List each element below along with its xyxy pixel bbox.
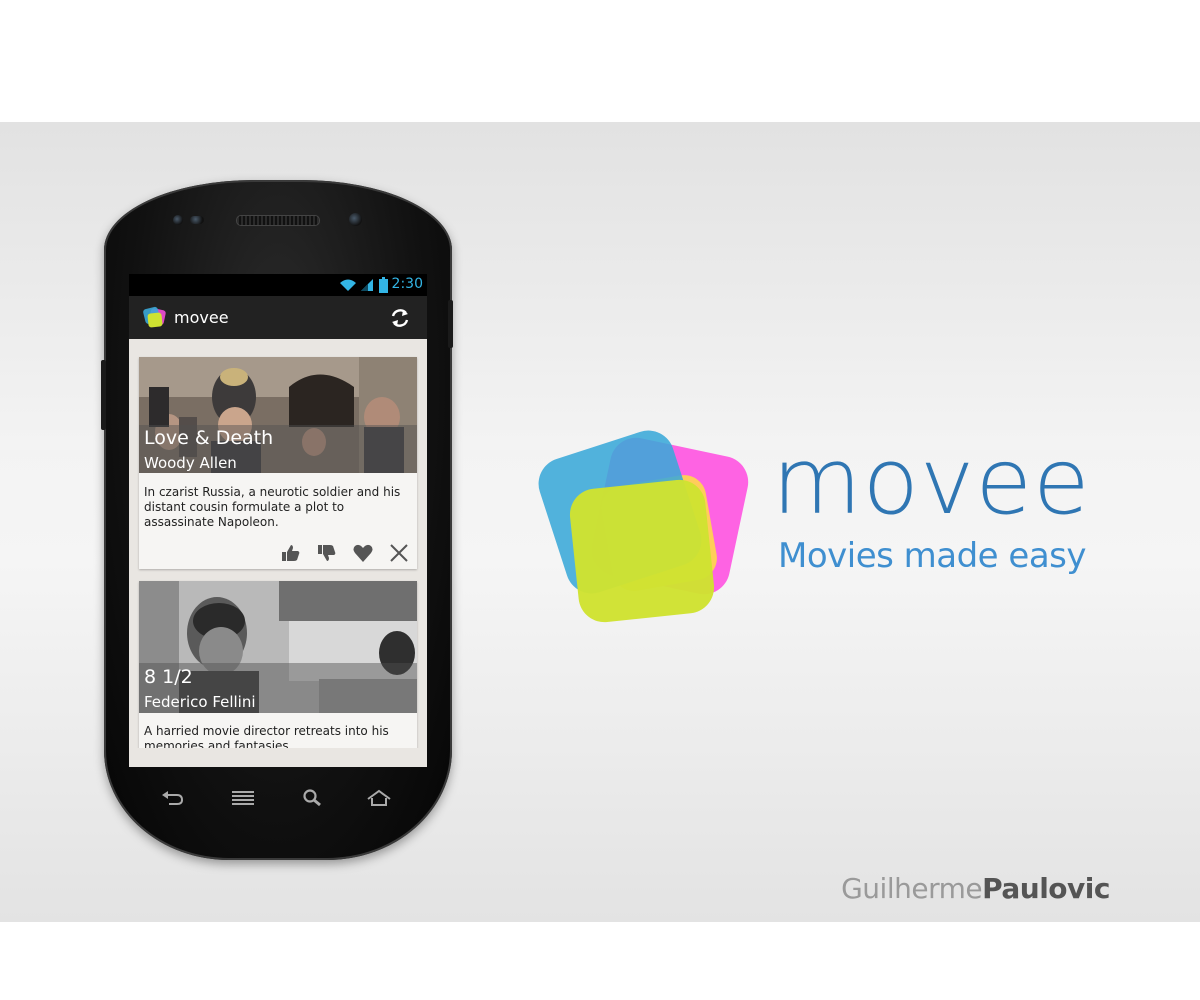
close-icon[interactable] <box>387 543 411 563</box>
thumbs-up-icon[interactable] <box>279 543 303 563</box>
card-actions <box>279 543 411 563</box>
movie-director: Federico Fellini <box>144 693 256 711</box>
battery-icon <box>379 277 388 293</box>
status-time: 2:30 <box>391 276 423 292</box>
status-bar: 2:30 <box>129 274 427 296</box>
movie-card[interactable]: Love & Death Woody Allen In czarist Russ… <box>139 357 417 569</box>
refresh-icon[interactable] <box>389 307 411 329</box>
hardware-nav-bar <box>160 788 400 808</box>
power-button <box>448 300 453 348</box>
back-icon[interactable] <box>160 788 186 808</box>
credit-last-name: Paulovic <box>982 872 1110 905</box>
heart-icon[interactable] <box>351 543 375 563</box>
earpiece-speaker <box>236 215 320 226</box>
movie-card[interactable]: 8 1/2 Federico Fellini A harried movie d… <box>139 581 417 767</box>
list-bottom-edge <box>129 748 427 767</box>
movie-director: Woody Allen <box>144 454 237 472</box>
brand-tagline: Movies made easy <box>778 536 1087 576</box>
search-icon[interactable] <box>300 788 326 808</box>
light-sensor <box>190 216 204 224</box>
credit-first-name: Guilherme <box>841 872 983 905</box>
movee-logo-mark <box>538 430 749 623</box>
movie-title: Love & Death <box>144 427 274 449</box>
front-camera-icon <box>349 213 362 226</box>
action-bar: movee <box>129 296 427 339</box>
front-sensor <box>173 215 183 225</box>
movie-title: 8 1/2 <box>144 666 193 688</box>
menu-icon[interactable] <box>230 788 256 808</box>
designer-credit: GuilhermePaulovic <box>841 872 1110 905</box>
wifi-icon <box>340 279 356 291</box>
movee-logo-icon[interactable] <box>142 306 168 330</box>
movie-description: In czarist Russia, a neurotic soldier an… <box>144 485 401 529</box>
signal-icon <box>361 279 373 291</box>
volume-button <box>101 360 106 430</box>
phone-screen: 2:30 movee Love & Death Woody Allen In c… <box>129 274 427 767</box>
app-title: movee <box>174 308 229 327</box>
home-icon[interactable] <box>366 788 392 808</box>
brand-name: movee <box>772 428 1091 535</box>
thumbs-down-icon[interactable] <box>315 543 339 563</box>
